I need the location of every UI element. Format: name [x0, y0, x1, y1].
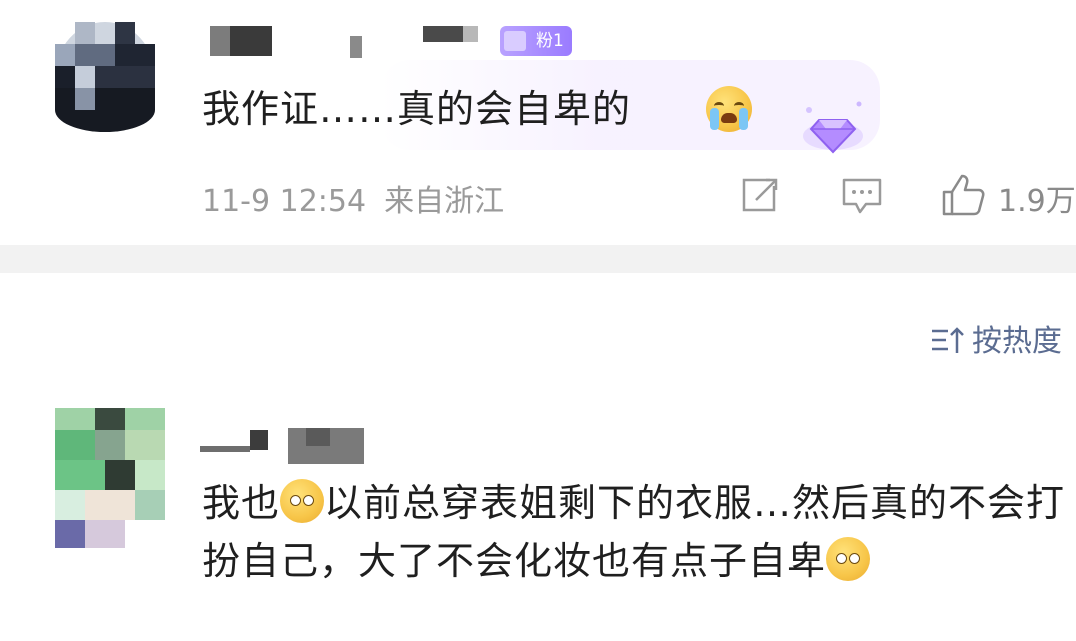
avatar[interactable] — [55, 22, 155, 132]
like-count: 1.9万 — [998, 184, 1076, 219]
comment-text: 我也 以前总穿表姐剩下的衣服…然后真的不会打扮自己，大了不会化妆也有点子自卑 — [202, 479, 1066, 583]
crying-face-icon — [706, 86, 752, 132]
sort-icon — [932, 327, 964, 353]
sort-by-hot-button[interactable]: 按热度 — [930, 316, 1062, 360]
diamond-decoration-icon — [803, 101, 863, 154]
sort-label: 按热度 — [972, 324, 1062, 359]
comment-text: 我作证……真的会自卑的 — [202, 87, 632, 131]
pleading-face-icon — [280, 479, 325, 523]
comment-time: 11-9 12:54 — [202, 184, 367, 219]
rolling-eyes-face-icon — [826, 537, 871, 581]
fan-badge: 粉1 — [500, 26, 572, 56]
avatar[interactable] — [55, 408, 165, 548]
fan-badge-icon — [504, 31, 526, 51]
reply-icon[interactable] — [840, 176, 884, 218]
like-icon[interactable] — [940, 172, 986, 218]
section-divider — [0, 245, 1076, 273]
share-icon[interactable] — [740, 176, 782, 216]
comment-meta: 11-9 12:54 来自浙江 — [202, 176, 522, 220]
comment-location: 来自浙江 — [384, 184, 505, 219]
